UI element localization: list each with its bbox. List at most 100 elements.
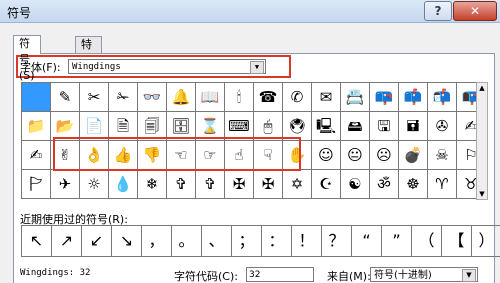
symbol-cell[interactable]: ✍ — [22, 141, 51, 170]
symbol-grid: ✎ ✂ ✁ 👓 🔔 📖 🕯 ☎ ✆ ✉ 📇 📪 📫 📬 📭 📁 📂 📄 🗎 🗐 🗄 ⌛ ⌨ 🖱 🖲 🖳 🖴 🖫 🖬 ✇ ✍ ✍ ✌ 👌 👍 👎 ☜ ☞ ☝ ☟… — [21, 82, 487, 199]
recent-symbol-cell[interactable]: ！ — [292, 226, 322, 257]
symbol-cell[interactable]: ✠ — [225, 170, 254, 199]
recent-symbol-cell[interactable]: 【 — [442, 226, 472, 257]
recent-symbol-cell[interactable]: ， — [142, 226, 172, 257]
from-select[interactable]: 符号(十进制) ▼ — [370, 267, 478, 282]
char-code-input[interactable]: 32 — [246, 267, 314, 282]
font-select[interactable]: Wingdings ▼ — [68, 59, 266, 74]
symbol-cell[interactable]: ✡ — [283, 170, 312, 199]
symbol-cell[interactable]: ☪ — [312, 170, 341, 199]
symbol-cell[interactable]: ☹ — [370, 141, 399, 170]
chevron-down-icon[interactable]: ▼ — [250, 61, 264, 74]
symbol-cell[interactable]: ✂ — [80, 83, 109, 112]
symbol-cell[interactable]: 📖 — [196, 83, 225, 112]
symbol-cell[interactable]: 🖫 — [370, 112, 399, 141]
symbol-cell[interactable]: ☜ — [167, 141, 196, 170]
symbol-cell[interactable]: 🗄 — [167, 112, 196, 141]
symbol-cell[interactable]: 📇 — [341, 83, 370, 112]
symbol-cell[interactable]: 💧 — [109, 170, 138, 199]
symbol-cell[interactable]: ☸ — [399, 170, 428, 199]
status-text: Wingdings: 32 — [20, 268, 91, 278]
symbol-cell[interactable]: ☼ — [80, 170, 109, 199]
recent-symbol-cell[interactable]: ↘ — [112, 226, 142, 257]
symbol-cell[interactable]: 📂 — [51, 112, 80, 141]
symbol-cell[interactable]: ❄ — [138, 170, 167, 199]
symbol-cell[interactable]: 📬 — [428, 83, 457, 112]
recent-symbol-cell[interactable]: ↙ — [82, 226, 112, 257]
symbol-cell[interactable]: 🔔 — [167, 83, 196, 112]
from-value: 符号(十进制) — [374, 270, 432, 281]
symbol-cell[interactable]: 👍 — [109, 141, 138, 170]
symbol-grid-scrollbar[interactable]: ▲ ▼ — [476, 82, 488, 200]
symbol-cell[interactable]: ☎ — [254, 83, 283, 112]
symbol-cell[interactable]: ✎ — [51, 83, 80, 112]
window-title: 符号 — [7, 6, 32, 20]
recent-symbol-cell[interactable]: ： — [262, 226, 292, 257]
recent-symbols-row: ↖ ↗ ↙ ↘，。、；：！？ “” （【） — [21, 225, 500, 257]
symbol-cell[interactable]: 🖴 — [341, 112, 370, 141]
recent-symbol-cell[interactable]: 、 — [202, 226, 232, 257]
symbol-cell[interactable]: 🗐 — [138, 112, 167, 141]
symbol-cell[interactable]: ☞ — [196, 141, 225, 170]
symbol-cell[interactable]: ✞ — [196, 170, 225, 199]
symbol-grid-row: 📁 📂 📄 🗎 🗐 🗄 ⌛ ⌨ 🖱 🖲 🖳 🖴 🖫 🖬 ✇ ✍ — [22, 112, 487, 141]
symbol-cell[interactable]: 🖱 — [254, 112, 283, 141]
symbol-cell[interactable]: 😐 — [341, 141, 370, 170]
symbol-cell[interactable]: 💣 — [399, 141, 428, 170]
symbol-cell[interactable]: 🖬 — [399, 112, 428, 141]
symbol-dialog: 符号 ? ✕ 符号(S) 特殊字符(P) 字体(F): Wingdings ▼ … — [0, 0, 500, 283]
symbol-cell[interactable]: ✆ — [283, 83, 312, 112]
symbol-grid-row: ✎ ✂ ✁ 👓 🔔 📖 🕯 ☎ ✆ ✉ 📇 📪 📫 📬 📭 — [22, 83, 487, 112]
symbol-cell[interactable]: 🖲 — [283, 112, 312, 141]
tab-special-characters[interactable]: 特殊字符(P) — [75, 36, 103, 115]
symbol-cell[interactable]: ⌨ — [225, 112, 254, 141]
scroll-down-icon[interactable]: ▼ — [477, 189, 487, 199]
symbol-cell[interactable]: ॐ — [370, 170, 399, 199]
recent-symbol-cell[interactable]: “ — [352, 226, 382, 257]
symbol-cell[interactable]: ✉ — [312, 83, 341, 112]
symbol-cell[interactable]: 👌 — [80, 141, 109, 170]
recent-symbol-cell[interactable]: ↖ — [22, 226, 52, 257]
symbol-cell[interactable]: ☟ — [254, 141, 283, 170]
recent-symbol-cell[interactable]: 。 — [172, 226, 202, 257]
symbol-cell[interactable]: ⌛ — [196, 112, 225, 141]
symbol-cell[interactable]: 📁 — [22, 112, 51, 141]
from-chevron-down-icon[interactable]: ▼ — [462, 269, 476, 282]
symbol-cell[interactable]: 🗎 — [109, 112, 138, 141]
symbol-cell[interactable]: ✇ — [428, 112, 457, 141]
symbol-cell[interactable]: ✈ — [51, 170, 80, 199]
recent-symbol-cell[interactable]: ？ — [322, 226, 352, 257]
symbol-cell[interactable]: ✞ — [167, 170, 196, 199]
symbol-cell[interactable]: ☯ — [341, 170, 370, 199]
symbol-cell[interactable]: ♈ — [428, 170, 457, 199]
title-bar: 符号 ? ✕ — [0, 0, 500, 23]
from-label: 来自(M): — [327, 270, 371, 283]
symbol-cell[interactable]: 🕯 — [225, 83, 254, 112]
scroll-up-icon[interactable]: ▲ — [477, 83, 487, 93]
symbol-grid-row: 🏱 ✈ ☼ 💧 ❄ ✞ ✞ ✠ ✠ ✡ ☪ ☯ ॐ ☸ ♈ ♉ — [22, 170, 487, 199]
help-button[interactable]: ? — [424, 1, 452, 21]
recent-symbol-cell[interactable]: ） — [472, 226, 500, 257]
symbol-cell[interactable]: 📫 — [399, 83, 428, 112]
symbol-cell[interactable] — [22, 83, 51, 112]
symbol-cell[interactable]: ☺ — [312, 141, 341, 170]
symbol-cell[interactable]: ✁ — [109, 83, 138, 112]
symbol-cell[interactable]: ✠ — [254, 170, 283, 199]
recent-symbol-cell[interactable]: ↗ — [52, 226, 82, 257]
close-button[interactable]: ✕ — [453, 1, 497, 21]
symbol-cell[interactable]: ☝ — [225, 141, 254, 170]
symbol-cell[interactable]: 🖳 — [312, 112, 341, 141]
symbol-cell[interactable]: 👓 — [138, 83, 167, 112]
tab-symbols[interactable]: 符号(S) — [13, 35, 41, 82]
symbol-cell[interactable]: 👎 — [138, 141, 167, 170]
symbol-cell[interactable]: 📪 — [370, 83, 399, 112]
symbol-grid-row: ✍ ✌ 👌 👍 👎 ☜ ☞ ☝ ☟ ✋ ☺ 😐 ☹ 💣 ☠ ⚐ — [22, 141, 487, 170]
symbol-cell[interactable]: ✋ — [283, 141, 312, 170]
recent-symbol-cell[interactable]: ； — [232, 226, 262, 257]
symbol-cell[interactable]: ☠ — [428, 141, 457, 170]
recent-symbol-cell[interactable]: ” — [382, 226, 412, 257]
symbol-cell[interactable]: 🏱 — [22, 170, 51, 199]
recent-symbol-cell[interactable]: （ — [412, 226, 442, 257]
symbol-cell[interactable]: ✌ — [51, 141, 80, 170]
symbol-cell[interactable]: 📄 — [80, 112, 109, 141]
